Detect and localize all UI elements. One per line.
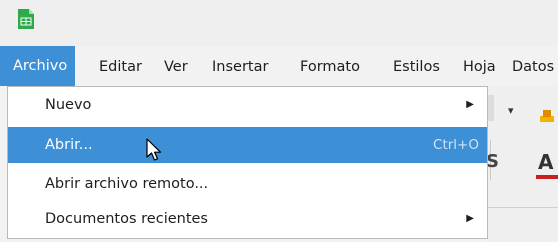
menu-item-abrir[interactable]: Abrir... Ctrl+O [8, 127, 487, 163]
menu-hoja[interactable]: Hoja [463, 55, 496, 79]
formula-bar-edge [488, 207, 558, 208]
mouse-pointer-icon [146, 138, 162, 161]
submenu-arrow-icon: ▶ [466, 99, 474, 110]
highlight-icon[interactable] [540, 110, 554, 122]
menu-datos[interactable]: Datos [512, 55, 554, 79]
submenu-arrow-icon: ▶ [466, 213, 474, 224]
calc-spreadsheet-icon[interactable] [18, 9, 34, 29]
font-color-swatch [536, 175, 558, 179]
menu-insertar[interactable]: Insertar [212, 55, 268, 79]
menu-archivo[interactable]: Archivo [0, 46, 76, 86]
menu-item-documentos-recientes[interactable]: Documentos recientes ▶ [8, 201, 487, 237]
menu-item-label: Abrir archivo remoto... [45, 176, 209, 192]
menu-item-abrir-remoto[interactable]: Abrir archivo remoto... [8, 166, 487, 202]
file-menu-dropdown: Nuevo ▶ Abrir... Ctrl+O Abrir archivo re… [7, 86, 488, 239]
menu-editar[interactable]: Editar [99, 55, 142, 79]
title-bar [0, 0, 558, 46]
chevron-down-icon[interactable]: ▾ [508, 104, 514, 117]
toolbar-button[interactable] [488, 95, 494, 121]
menu-bar: Editar Ver Insertar Formato Estilos Hoja… [0, 46, 558, 86]
menu-item-label: Documentos recientes [45, 211, 208, 227]
menu-estilos[interactable]: Estilos [393, 55, 440, 79]
font-color-icon[interactable]: A [538, 150, 553, 174]
menu-ver[interactable]: Ver [164, 55, 188, 79]
menu-item-nuevo[interactable]: Nuevo ▶ [8, 87, 487, 123]
menu-formato[interactable]: Formato [300, 55, 360, 79]
menu-item-label: Abrir... [45, 137, 93, 153]
shortcut-label: Ctrl+O [433, 137, 479, 153]
menu-item-label: Nuevo [45, 97, 92, 113]
